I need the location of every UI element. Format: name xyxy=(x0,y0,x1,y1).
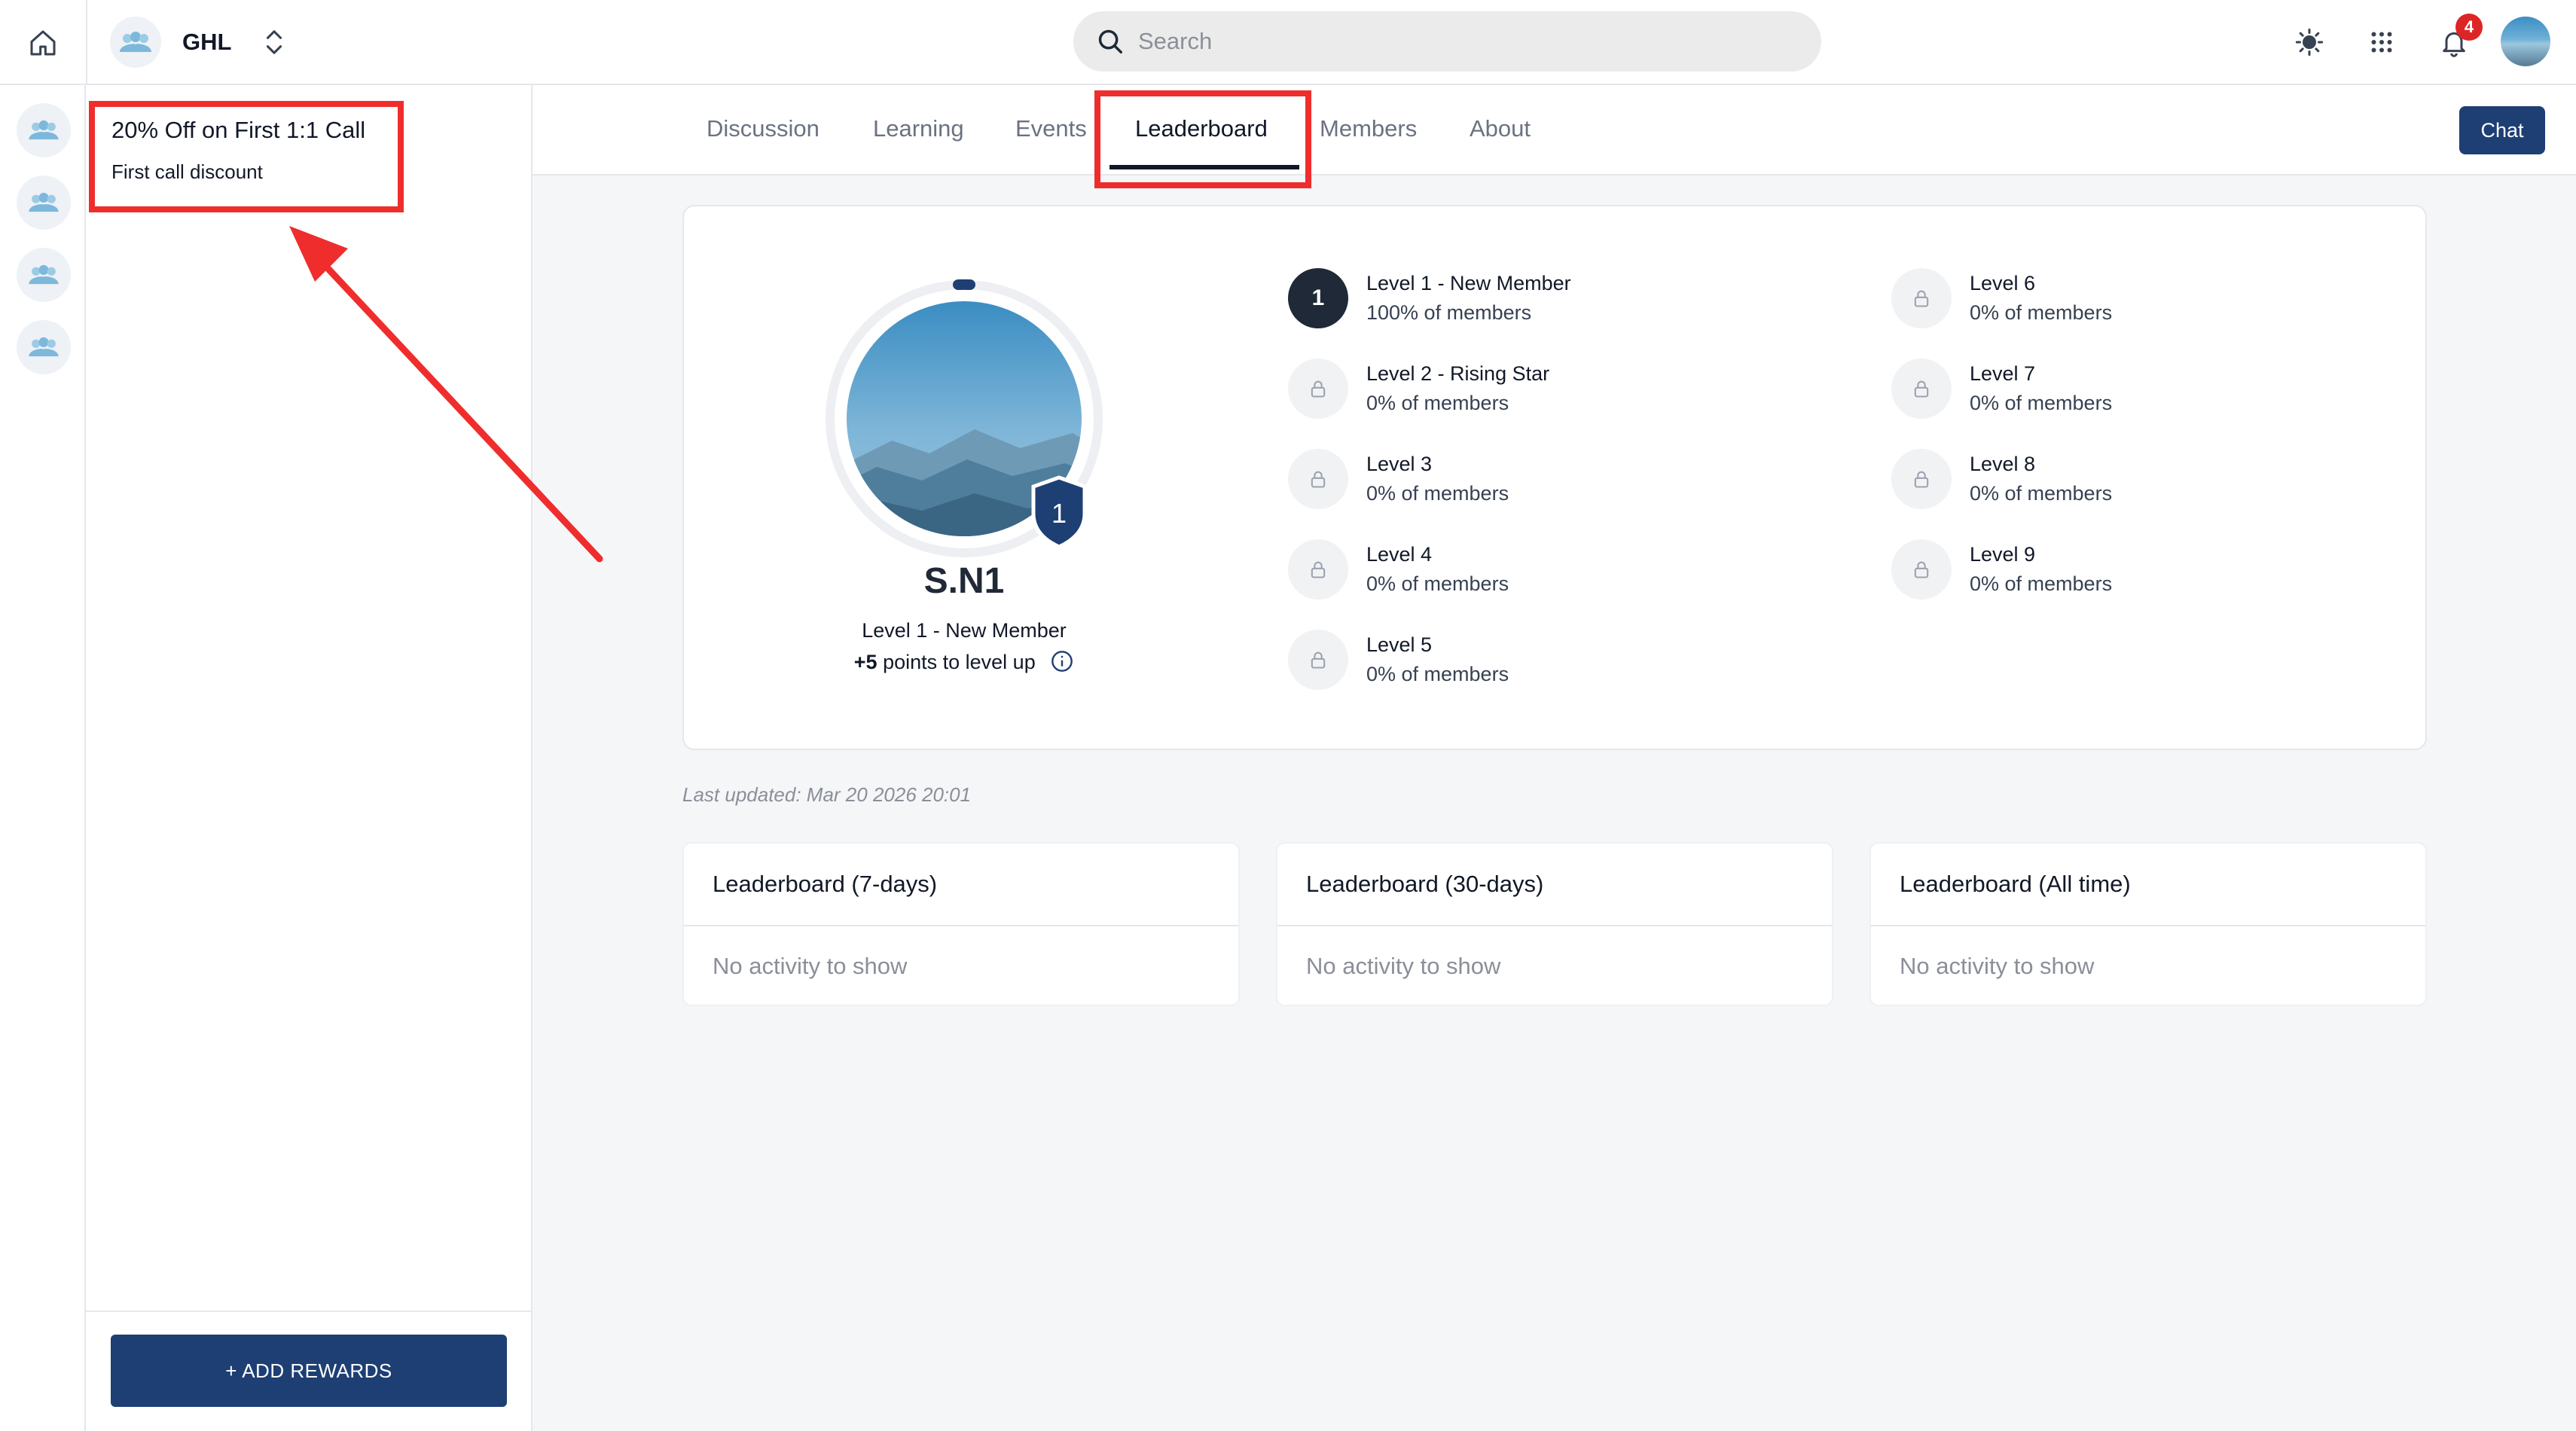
annotation-arrow xyxy=(289,226,603,563)
